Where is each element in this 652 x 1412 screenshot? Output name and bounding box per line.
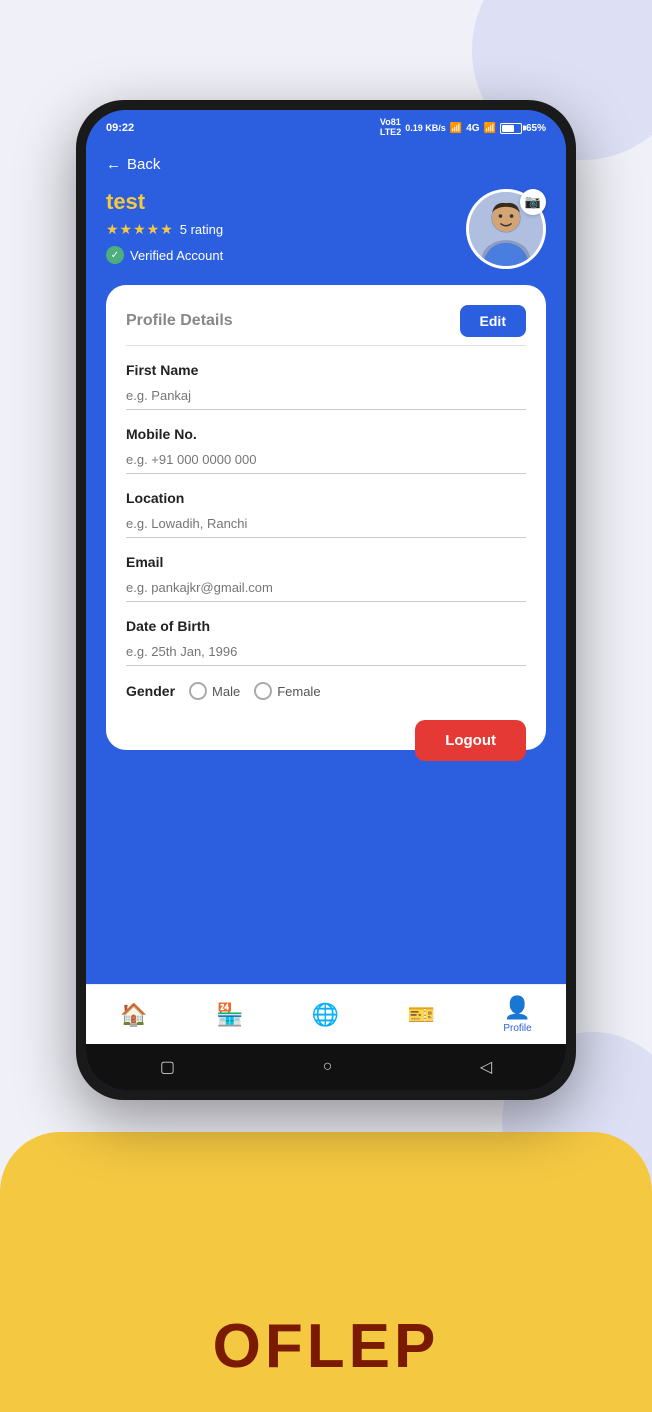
location-input[interactable] xyxy=(126,510,526,538)
first-name-field: First Name xyxy=(126,362,526,410)
mobile-input[interactable] xyxy=(126,446,526,474)
back-button[interactable]: ← Back xyxy=(106,156,546,173)
profile-card: Profile Details Edit First Name Mobile N… xyxy=(106,285,546,750)
female-radio[interactable] xyxy=(254,682,272,700)
nav-profile[interactable]: 👤 Profile xyxy=(495,991,539,1038)
profile-header: test ★★★★★ 5 rating ✓ Verified Account xyxy=(106,189,546,269)
phone-frame: 09:22 Vo81 LTE2 0.19 KB/s 📶 4G 📶 65% ← xyxy=(76,100,576,1100)
brand-title: OFLEP xyxy=(213,1311,440,1382)
email-label: Email xyxy=(126,554,526,570)
male-label: Male xyxy=(212,684,240,699)
camera-icon: 📷 xyxy=(525,194,541,210)
gender-female-option[interactable]: Female xyxy=(254,682,320,700)
back-arrow-icon: ← xyxy=(106,156,121,173)
avatar-wrapper: 📷 xyxy=(466,189,546,269)
android-back-btn[interactable]: ◁ xyxy=(480,1057,492,1077)
mobile-field: Mobile No. xyxy=(126,426,526,474)
verified-icon: ✓ xyxy=(106,246,124,264)
camera-button[interactable]: 📷 xyxy=(520,189,546,215)
first-name-label: First Name xyxy=(126,362,526,378)
nav-store[interactable]: 🏪 xyxy=(208,998,251,1032)
status-bar: 09:22 Vo81 LTE2 0.19 KB/s 📶 4G 📶 65% xyxy=(86,110,566,146)
status-4g: 4G xyxy=(466,123,479,134)
nav-home[interactable]: 🏠 xyxy=(112,998,155,1032)
verified-label: Verified Account xyxy=(130,248,223,263)
profile-nav-icon: 👤 xyxy=(504,995,531,1021)
home-icon: 🏠 xyxy=(120,1002,147,1028)
profile-nav-label: Profile xyxy=(503,1023,531,1034)
android-nav: ▢ ○ ◁ xyxy=(86,1044,566,1090)
android-square-btn[interactable]: ▢ xyxy=(160,1057,175,1077)
verified-row: ✓ Verified Account xyxy=(106,246,223,264)
dob-label: Date of Birth xyxy=(126,618,526,634)
rating-text: 5 rating xyxy=(180,222,223,237)
gender-row: Gender Male Female xyxy=(126,682,526,700)
card-header: Profile Details Edit xyxy=(126,305,526,337)
dob-input[interactable] xyxy=(126,638,526,666)
deals-icon: 🎫 xyxy=(408,1002,435,1028)
status-signal2: 📶 xyxy=(484,123,496,134)
rating-row: ★★★★★ 5 rating xyxy=(106,221,223,238)
gender-label: Gender xyxy=(126,683,175,699)
female-label: Female xyxy=(277,684,320,699)
status-time: 09:22 xyxy=(106,122,134,134)
profile-info: test ★★★★★ 5 rating ✓ Verified Account xyxy=(106,189,223,264)
status-data-speed: 0.19 KB/s xyxy=(405,123,446,133)
male-radio[interactable] xyxy=(189,682,207,700)
star-icons: ★★★★★ xyxy=(106,221,174,238)
email-field: Email xyxy=(126,554,526,602)
edit-button[interactable]: Edit xyxy=(460,305,526,337)
nav-deals[interactable]: 🎫 xyxy=(400,998,443,1032)
back-label: Back xyxy=(127,156,160,173)
globe-icon: 🌐 xyxy=(312,1002,339,1028)
battery-pct: 65% xyxy=(526,123,546,134)
status-signal: 📶 xyxy=(450,123,462,134)
card-title: Profile Details xyxy=(126,312,233,330)
battery-fill xyxy=(502,125,514,132)
dob-field: Date of Birth xyxy=(126,618,526,666)
email-input[interactable] xyxy=(126,574,526,602)
status-network: Vo81 LTE2 xyxy=(380,118,401,138)
gender-male-option[interactable]: Male xyxy=(189,682,240,700)
divider xyxy=(126,345,526,346)
store-icon: 🏪 xyxy=(216,1002,243,1028)
android-home-btn[interactable]: ○ xyxy=(323,1058,333,1076)
mobile-label: Mobile No. xyxy=(126,426,526,442)
logout-button[interactable]: Logout xyxy=(415,720,526,761)
battery-icon xyxy=(500,123,522,134)
first-name-input[interactable] xyxy=(126,382,526,410)
phone-screen: 09:22 Vo81 LTE2 0.19 KB/s 📶 4G 📶 65% ← xyxy=(86,110,566,1090)
location-field: Location xyxy=(126,490,526,538)
location-label: Location xyxy=(126,490,526,506)
profile-username: test xyxy=(106,189,223,215)
status-right-icons: Vo81 LTE2 0.19 KB/s 📶 4G 📶 65% xyxy=(380,118,546,138)
nav-globe[interactable]: 🌐 xyxy=(304,998,347,1032)
bottom-nav: 🏠 🏪 🌐 🎫 👤 Profile xyxy=(86,984,566,1044)
app-content: ← Back test ★★★★★ 5 rating ✓ Verified Ac… xyxy=(86,146,566,984)
